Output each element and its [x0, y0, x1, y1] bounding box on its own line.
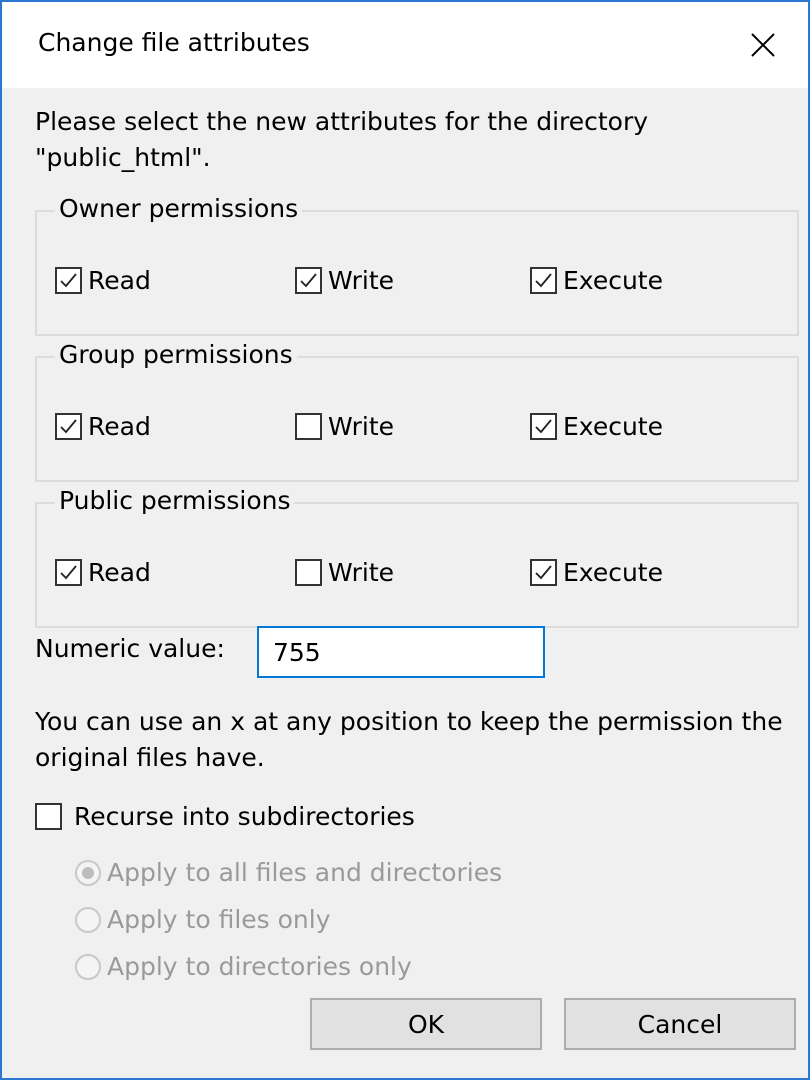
owner-permissions-group: Owner permissions Read Write Execute — [35, 192, 799, 336]
checkbox-label: Execute — [563, 558, 663, 587]
radio-label: Apply to files only — [107, 905, 331, 934]
owner-write-checkbox[interactable]: Write — [295, 266, 394, 295]
checkbox-label: Read — [88, 558, 151, 587]
cancel-button[interactable]: Cancel — [564, 998, 796, 1050]
checkbox-label: Execute — [563, 412, 663, 441]
radio-circle[interactable] — [75, 953, 101, 980]
checkmark-icon — [535, 565, 552, 580]
apply-directories-only-radio[interactable]: Apply to directories only — [75, 952, 412, 981]
checkmark-icon — [60, 273, 77, 288]
owner-read-checkbox[interactable]: Read — [55, 266, 151, 295]
ok-button[interactable]: OK — [310, 998, 542, 1050]
radio-selected-dot — [82, 866, 94, 879]
group-label: Group permissions — [55, 338, 297, 372]
checkbox-label: Write — [328, 412, 395, 441]
public-read-checkbox[interactable]: Read — [55, 558, 151, 587]
checkbox-label: Execute — [563, 266, 663, 295]
checkbox-box[interactable] — [530, 267, 557, 294]
checkmark-icon — [535, 273, 552, 288]
radio-circle[interactable] — [75, 859, 101, 886]
checkbox-label: Read — [88, 412, 151, 441]
public-execute-checkbox[interactable]: Execute — [530, 558, 663, 587]
checkmark-icon — [60, 419, 77, 434]
recurse-checkbox[interactable]: Recurse into subdirectories — [35, 802, 415, 831]
group-read-checkbox[interactable]: Read — [55, 412, 151, 441]
checkbox-box[interactable] — [55, 267, 82, 294]
checkbox-box[interactable] — [55, 559, 82, 586]
description-text: Please select the new attributes for the… — [35, 107, 649, 172]
radio-circle[interactable] — [75, 906, 101, 933]
owner-execute-checkbox[interactable]: Execute — [530, 266, 663, 295]
close-icon — [751, 33, 775, 57]
change-file-attributes-dialog: Change file attributes Please select the… — [0, 0, 810, 1080]
checkbox-box[interactable] — [295, 559, 322, 586]
checkbox-label: Read — [88, 266, 151, 295]
group-label: Owner permissions — [55, 192, 303, 226]
hint-text: You can use an x at any position to keep… — [35, 707, 783, 772]
checkbox-box[interactable] — [295, 267, 322, 294]
radio-label: Apply to directories only — [107, 952, 412, 981]
checkbox-box[interactable] — [35, 803, 62, 830]
close-button[interactable] — [718, 2, 808, 88]
checkbox-label: Recurse into subdirectories — [74, 802, 415, 831]
checkbox-label: Write — [328, 558, 395, 587]
numeric-value-label: Numeric value: — [35, 634, 225, 663]
radio-label: Apply to all files and directories — [107, 858, 503, 887]
apply-files-only-radio[interactable]: Apply to files only — [75, 905, 331, 934]
checkbox-box[interactable] — [530, 413, 557, 440]
public-write-checkbox[interactable]: Write — [295, 558, 394, 587]
dialog-content: Please select the new attributes for the… — [2, 88, 808, 1078]
dialog-title: Change file attributes — [38, 28, 310, 57]
group-execute-checkbox[interactable]: Execute — [530, 412, 663, 441]
checkbox-box[interactable] — [530, 559, 557, 586]
group-write-checkbox[interactable]: Write — [295, 412, 394, 441]
checkmark-icon — [300, 273, 317, 288]
checkbox-label: Write — [328, 266, 395, 295]
public-permissions-group: Public permissions Read Write Execute — [35, 484, 799, 628]
apply-all-radio[interactable]: Apply to all files and directories — [75, 858, 502, 887]
group-permissions-group: Group permissions Read Write Execute — [35, 338, 799, 482]
checkbox-box[interactable] — [55, 413, 82, 440]
group-label: Public permissions — [55, 484, 295, 518]
checkbox-box[interactable] — [295, 413, 322, 440]
numeric-value-input[interactable] — [257, 626, 545, 678]
title-bar: Change file attributes — [2, 2, 808, 88]
checkmark-icon — [60, 565, 77, 580]
checkmark-icon — [535, 419, 552, 434]
